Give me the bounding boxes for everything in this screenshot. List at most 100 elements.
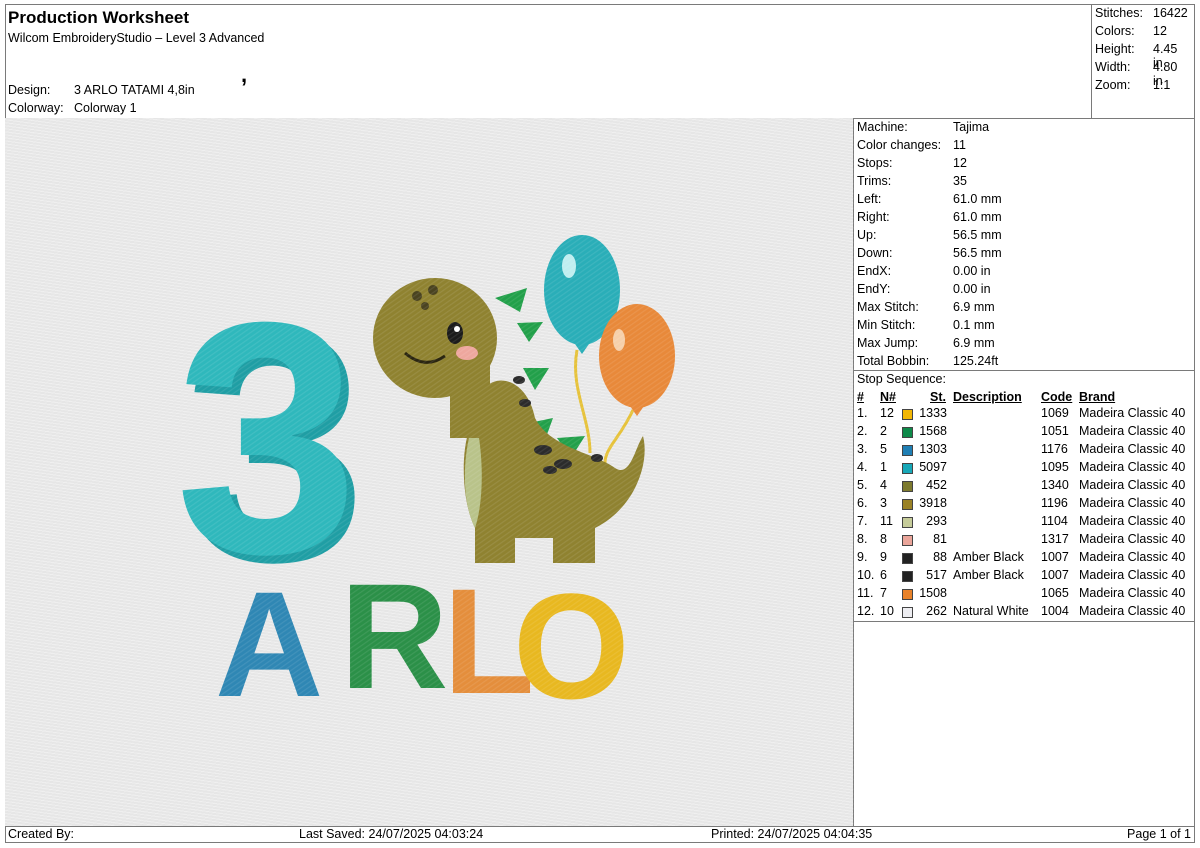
row-index: 10. <box>857 568 875 582</box>
row-brand: Madeira Classic 40 <box>1079 514 1186 528</box>
table-row: 4. 1 5097 1095 Madeira Classic 40 <box>854 460 1195 478</box>
row-stitches: 1303 <box>919 442 947 456</box>
worksheet-footer: Created By: Last Saved: 24/07/2025 04:03… <box>5 826 1195 844</box>
row-index: 6. <box>857 496 868 510</box>
row-needle: 11 <box>880 514 893 528</box>
table-row: 2. 2 1568 1051 Madeira Classic 40 <box>854 424 1195 442</box>
stop-sequence-title: Stop Sequence: <box>857 372 946 386</box>
row-code: 1196 <box>1041 496 1068 510</box>
info-divider <box>854 370 1195 371</box>
info-machine: Machine: Tajima <box>857 120 990 134</box>
table-row: 5. 4 452 1340 Madeira Classic 40 <box>854 478 1195 496</box>
summary-width: Width: 4.80 in <box>1095 60 1178 88</box>
color-swatch <box>902 607 913 618</box>
row-code: 1340 <box>1041 478 1069 492</box>
table-row: 8. 8 81 1317 Madeira Classic 40 <box>854 532 1195 550</box>
row-needle: 10 <box>880 604 894 618</box>
col-header-code: Code <box>1041 390 1073 404</box>
col-header-description: Description <box>953 390 1022 404</box>
col-header-needle: N# <box>880 390 896 404</box>
table-row: 6. 3 3918 1196 Madeira Classic 40 <box>854 496 1195 514</box>
info-left: Left: 61.0 mm <box>857 192 1002 206</box>
summary-box: Stitches: 16422 Colors: 12 Height: 4.45 in … <box>1092 4 1195 119</box>
row-stitches: 81 <box>933 532 947 546</box>
row-needle: 2 <box>880 424 887 438</box>
row-needle: 9 <box>880 550 887 564</box>
row-stitches: 1568 <box>919 424 947 438</box>
row-code: 1007 <box>1041 550 1069 564</box>
row-needle: 1 <box>880 460 887 474</box>
table-row: 1. 12 1333 1069 Madeira Classic 40 <box>854 406 1195 424</box>
color-swatch <box>902 499 913 510</box>
table-row: 12. 10 262 Natural White 1004 Madeira Classic… <box>854 604 1195 622</box>
page-title: Production Worksheet <box>8 8 190 27</box>
row-code: 1069 <box>1041 406 1069 420</box>
summary-height: Height: 4.45 in <box>1095 42 1178 70</box>
design-preview: 3 3 <box>5 118 854 826</box>
software-subtitle: Wilcom EmbroideryStudio – Level 3 Advanc… <box>8 31 265 45</box>
color-swatch <box>902 571 913 582</box>
row-stitches: 517 <box>926 568 947 582</box>
row-code: 1051 <box>1041 424 1069 438</box>
page-number: Page 1 of 1 <box>1127 827 1191 841</box>
row-brand: Madeira Classic 40 <box>1079 406 1186 420</box>
col-header-stitches: St. <box>930 390 946 404</box>
row-index: 12. <box>857 604 875 618</box>
row-stitches: 1333 <box>919 406 947 420</box>
row-code: 1095 <box>1041 460 1069 474</box>
design-value: 3 ARLO TATAMI 4,8in <box>74 83 195 97</box>
row-code: 1176 <box>1041 442 1068 456</box>
row-brand: Madeira Classic 40 <box>1079 442 1186 456</box>
row-description: Amber Black <box>953 550 1024 564</box>
info-color-changes: Color changes: 11 <box>857 138 966 152</box>
row-code: 1004 <box>1041 604 1069 618</box>
printed-date: Printed: 24/07/2025 04:04:35 <box>711 827 873 841</box>
row-code: 1007 <box>1041 568 1069 582</box>
info-stops: Stops: 12 <box>857 156 967 170</box>
row-needle: 4 <box>880 478 887 492</box>
info-max-stitch: Max Stitch: 6.9 mm <box>857 300 995 314</box>
row-needle: 6 <box>880 568 887 582</box>
color-swatch <box>902 553 913 564</box>
row-brand: Madeira Classic 40 <box>1079 568 1186 582</box>
row-needle: 8 <box>880 532 887 546</box>
colorway-label: Colorway: <box>8 101 64 115</box>
row-index: 4. <box>857 460 868 474</box>
info-min-stitch: Min Stitch: 0.1 mm <box>857 318 995 332</box>
color-swatch <box>902 481 913 492</box>
row-stitches: 1508 <box>919 586 947 600</box>
row-index: 11. <box>857 586 874 600</box>
summary-stitches: Stitches: 16422 <box>1095 6 1188 20</box>
info-total-bobbin: Total Bobbin: 125.24ft <box>857 354 999 368</box>
info-up: Up: 56.5 mm <box>857 228 1002 242</box>
row-description: Natural White <box>953 604 1029 618</box>
row-code: 1065 <box>1041 586 1069 600</box>
row-brand: Madeira Classic 40 <box>1079 532 1186 546</box>
last-saved: Last Saved: 24/07/2025 04:03:24 <box>299 827 484 841</box>
row-brand: Madeira Classic 40 <box>1079 460 1186 474</box>
stray-mark: , <box>241 62 248 87</box>
color-swatch <box>902 409 913 420</box>
design-label: Design: <box>8 83 51 97</box>
row-index: 5. <box>857 478 868 492</box>
row-brand: Madeira Classic 40 <box>1079 604 1186 618</box>
row-needle: 7 <box>880 586 887 600</box>
row-stitches: 452 <box>926 478 947 492</box>
info-down: Down: 56.5 mm <box>857 246 1002 260</box>
col-header-brand: Brand <box>1079 390 1116 404</box>
colorway-value: Colorway 1 <box>74 101 137 115</box>
row-brand: Madeira Classic 40 <box>1079 550 1186 564</box>
row-code: 1104 <box>1041 514 1068 528</box>
info-right: Right: 61.0 mm <box>857 210 1002 224</box>
row-index: 3. <box>857 442 868 456</box>
row-description: Amber Black <box>953 568 1024 582</box>
row-brand: Madeira Classic 40 <box>1079 586 1186 600</box>
table-row: 3. 5 1303 1176 Madeira Classic 40 <box>854 442 1195 460</box>
row-stitches: 88 <box>933 550 947 564</box>
row-stitches: 262 <box>926 604 947 618</box>
worksheet-header: Production Worksheet Wilcom EmbroiderySt… <box>5 4 1092 119</box>
row-code: 1317 <box>1041 532 1069 546</box>
color-swatch <box>902 427 913 438</box>
table-row: 10. 6 517 Amber Black 1007 Madeira Classic 40 <box>854 568 1195 586</box>
row-index: 8. <box>857 532 868 546</box>
